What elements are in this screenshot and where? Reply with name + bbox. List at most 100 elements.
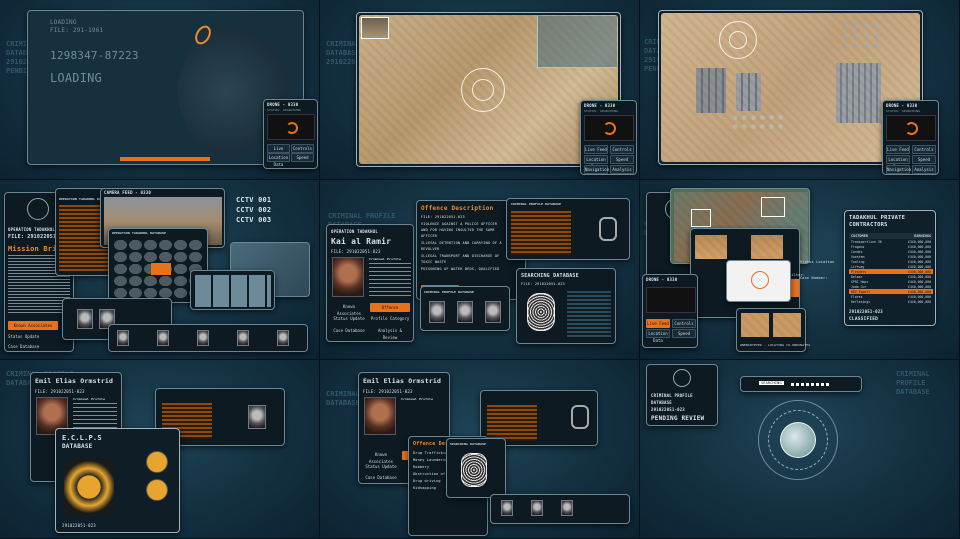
- drone-status: STATUS: SEARCHING: [886, 109, 921, 113]
- analysis-button[interactable]: Analysis: [912, 165, 936, 174]
- speed-button[interactable]: Speed: [672, 329, 696, 338]
- offence-line: TOXIC WASTE: [421, 260, 447, 264]
- profile-heading: Criminal Profile: [369, 257, 402, 261]
- fingerprint-icon: [461, 453, 487, 487]
- eclips-window: E.C.L.P.S DATABASE 291022051-023: [55, 428, 180, 533]
- logo-card: [726, 260, 791, 302]
- status-update-button[interactable]: Status Update: [330, 315, 368, 324]
- file-number: FILE: 291022051-023: [363, 389, 413, 394]
- location-data-button[interactable]: Location Data: [886, 155, 910, 169]
- table-row: Flares £440,000,000: [851, 294, 931, 299]
- selection-box[interactable]: [691, 209, 711, 227]
- offence-line: POISONING OF WATER BEDS, QUALIFIED: [421, 267, 500, 271]
- operation-label: OPERATION TADAKHUL DATABASE: [112, 231, 167, 235]
- searching-title: SEARCHING DATABASE: [521, 273, 579, 279]
- location-data-button[interactable]: Location Data: [646, 329, 670, 343]
- live-feed-button[interactable]: Live Feed: [886, 145, 910, 154]
- eclips-title: E.C.L.P.S: [62, 434, 102, 442]
- operation-label: OPERATION TADAKHUL: [8, 227, 55, 232]
- live-feed-button[interactable]: Live Feed: [584, 145, 608, 154]
- status-update-button[interactable]: Status Update: [362, 463, 400, 472]
- table-row: HDV Expert £440,000,000: [849, 289, 933, 294]
- table-row: Condes £440,000,000: [851, 249, 931, 254]
- drone-status: STATUS: SEARCHING: [267, 108, 302, 112]
- tile-eclips-database: CRIMINAL PROFILEDATABASE Emil Elias Orms…: [0, 360, 320, 539]
- loading-spinner-icon: [286, 122, 298, 134]
- progress-bar: [120, 157, 210, 161]
- offence-line: OFFICER: [421, 234, 438, 238]
- selection-box[interactable]: [761, 197, 785, 217]
- case-database-button[interactable]: Case Database: [330, 327, 368, 336]
- tile-kai-profile: CRIMINAL PROFILEDATABASE291022051-023 OP…: [320, 180, 640, 360]
- table-row: Transportline 36 £340,000,000: [851, 239, 931, 244]
- controls-button[interactable]: Controls: [672, 319, 696, 328]
- emblem-icon: [751, 271, 769, 289]
- drone-title: DRONE - 0330: [584, 103, 616, 108]
- status-line: LOADING: [50, 19, 77, 26]
- location-data-button[interactable]: Location Data: [267, 153, 290, 167]
- navigation-button[interactable]: Navigation: [584, 165, 609, 174]
- live-feed-button[interactable]: Live Feed: [267, 144, 290, 158]
- file-number: FILE: 291022051-023: [521, 282, 565, 286]
- controls-button[interactable]: Controls: [610, 145, 634, 154]
- live-feed-button[interactable]: Live Feed: [646, 319, 670, 328]
- speed-button[interactable]: Speed: [610, 155, 634, 164]
- offence-line: FILE: 291022051-023: [421, 215, 465, 219]
- tile-mission-brief: OPERATION TADAKHUL FILE: 291022051-023 M…: [0, 180, 320, 360]
- offence-line: Robbery: [413, 465, 430, 469]
- tile-facility-scan: CRIMINAL PROFILEDATABASE291022051-023PEN…: [640, 0, 960, 180]
- kai-profile-window: OPERATION TADAKHUL Kai al Ramir FILE: 29…: [326, 224, 414, 342]
- navigation-button[interactable]: Navigation: [886, 165, 911, 174]
- offence-line: Drug driving: [413, 479, 441, 483]
- controls-button[interactable]: Controls: [912, 145, 936, 154]
- image-strip-window: [190, 270, 275, 310]
- known-associates-button[interactable]: Known Associates: [362, 451, 400, 464]
- case-number-label: Case Number:: [800, 276, 828, 280]
- location-data-button[interactable]: Location Data: [584, 155, 608, 169]
- data-table: [511, 211, 571, 255]
- component-icon: [146, 479, 168, 501]
- table-row: Fragons £440,000,000: [851, 244, 931, 249]
- searching-label: SEARCHING: [759, 381, 784, 385]
- profile-label: CRIMINAL PROFILE: [651, 393, 693, 398]
- tile-offence-review: CRIMINAL PROFILEDATABASE Emil Elias Orms…: [320, 360, 640, 539]
- offence-description-button[interactable]: Offence Description: [370, 303, 410, 317]
- search-bar[interactable]: SEARCHING: [740, 376, 862, 392]
- file-number: FILE: 291022051-023: [35, 389, 85, 394]
- speed-button[interactable]: Speed: [912, 155, 936, 164]
- selected-thumbnail[interactable]: [151, 263, 171, 275]
- cctv-label: CCTV 002: [236, 206, 272, 214]
- offence-title: Offence Description: [421, 205, 494, 212]
- coordinate-line: 1298347-87223: [50, 49, 139, 62]
- database-label: DATABASE: [651, 400, 672, 405]
- drone-window: DRONE - 0330 Live Feed Controls Location…: [642, 274, 698, 348]
- globe-icon: [780, 422, 816, 458]
- profile-category-button[interactable]: Profile Category: [370, 315, 410, 324]
- known-associates-button[interactable]: Known Associates: [8, 321, 58, 330]
- file-number: 291022051-023: [849, 309, 883, 314]
- tile-desert-scan: CRIMINAL PROFILEDATABASE291022051-023 DR…: [320, 0, 640, 180]
- globe-icon: [27, 198, 49, 220]
- table-row: Plenders £440,000,000: [849, 269, 933, 274]
- offence-line: ILLEGAL TRANSPORT AND DISCHARGE OF: [421, 254, 500, 258]
- associates-strip: [490, 494, 630, 524]
- associates-strip: [108, 324, 308, 352]
- speed-button[interactable]: Speed: [291, 153, 314, 162]
- case-database-button[interactable]: Case Database: [362, 474, 400, 483]
- controls-button[interactable]: Controls: [291, 144, 314, 153]
- pending-review-window: CRIMINAL PROFILE DATABASE 291022051-023 …: [646, 364, 718, 426]
- analysis-button[interactable]: Analysis: [610, 165, 634, 174]
- operation-label: OPERATION TADAKHUL: [331, 229, 378, 234]
- database-records-window: CRIMINAL PROFILE DATABASE: [506, 198, 630, 260]
- drone-status: STATUS: SEARCHING: [584, 109, 619, 113]
- classified-label: CLASSIFIED: [849, 317, 879, 322]
- status-update-button[interactable]: Status Update: [8, 333, 58, 342]
- table-row: Tooling £440,000,000: [851, 259, 931, 264]
- analysis-review-button[interactable]: Analysis & Review: [370, 327, 410, 340]
- case-database-button[interactable]: Case Database: [8, 343, 58, 352]
- known-associates-button[interactable]: Known Associates: [330, 303, 368, 316]
- suspect-photo: [364, 397, 396, 435]
- searching-database-window: SEARCHING DATABASE: [446, 438, 506, 498]
- drone-title: DRONE - 0330: [646, 277, 678, 282]
- globe-icon: [673, 369, 691, 387]
